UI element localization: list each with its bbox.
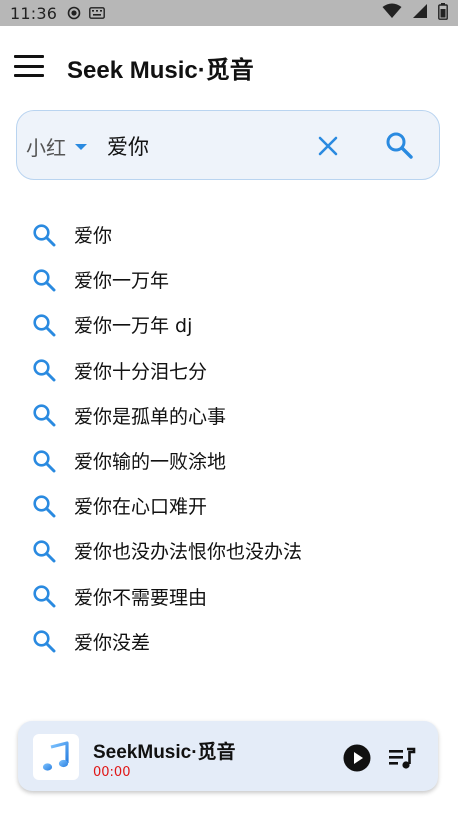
signal-icon	[412, 3, 428, 23]
search-icon	[33, 269, 56, 292]
play-icon[interactable]	[343, 744, 371, 772]
suggestion-item[interactable]: 爱你输的一败涂地	[0, 438, 458, 483]
playlist-icon[interactable]	[388, 746, 416, 770]
search-input[interactable]	[107, 129, 297, 163]
caret-down-icon	[75, 144, 87, 150]
music-note-icon	[42, 741, 69, 771]
suggestion-text: 爱你一万年	[74, 270, 170, 293]
keyboard-icon	[89, 7, 106, 19]
battery-icon	[438, 2, 448, 24]
app-bar: Seek Music·觅音	[0, 26, 458, 106]
suggestion-text: 爱你也没办法恨你也没办法	[74, 541, 303, 564]
suggestion-list: 爱你 爱你一万年 爱你一万年 dj 爱你十分泪七分 爱你是孤单的心事 爱你输的一…	[0, 212, 458, 664]
search-icon	[33, 630, 56, 653]
search-icon	[33, 585, 56, 608]
menu-line	[14, 64, 44, 68]
suggestion-item[interactable]: 爱你是孤单的心事	[0, 393, 458, 438]
search-icon	[33, 495, 56, 518]
suggestion-item[interactable]: 爱你	[0, 212, 458, 257]
suggestion-item[interactable]: 爱你没差	[0, 619, 458, 664]
suggestion-item[interactable]: 爱你在心口难开	[0, 483, 458, 528]
suggestion-text: 爱你不需要理由	[74, 586, 208, 609]
clear-icon[interactable]	[317, 135, 339, 157]
menu-line	[14, 74, 44, 77]
app-title: Seek Music·觅音	[67, 57, 254, 84]
menu-line	[14, 55, 44, 58]
suggestion-item[interactable]: 爱你一万年	[0, 257, 458, 302]
album-art	[33, 734, 79, 780]
suggestion-text: 爱你	[74, 225, 113, 248]
suggestion-text: 爱你是孤单的心事	[74, 405, 227, 428]
status-bar: 11:36	[0, 0, 458, 26]
search-icon	[33, 223, 56, 247]
suggestion-item[interactable]: 爱你不需要理由	[0, 574, 458, 619]
suggestion-text: 爱你在心口难开	[74, 496, 208, 519]
suggestion-item[interactable]: 爱你十分泪七分	[0, 348, 458, 393]
search-icon	[33, 540, 56, 563]
suggestion-text: 爱你输的一败涂地	[74, 451, 227, 474]
wifi-icon	[382, 3, 402, 23]
suggestion-item[interactable]: 爱你一万年 dj	[0, 302, 458, 347]
suggestion-text: 爱你一万年 dj	[74, 315, 193, 338]
status-time: 11:36	[10, 3, 58, 23]
menu-icon[interactable]	[14, 53, 44, 79]
search-icon	[33, 314, 56, 337]
mini-player[interactable]: SeekMusic·觅音 00:00	[18, 721, 438, 791]
search-icon[interactable]	[385, 131, 413, 159]
search-icon	[33, 359, 56, 382]
record-icon	[67, 6, 81, 20]
search-icon	[33, 449, 56, 473]
search-icon	[33, 404, 56, 427]
suggestion-text: 爱你没差	[74, 631, 151, 654]
player-title: SeekMusic·觅音	[93, 742, 236, 763]
source-dropdown[interactable]: 小红	[26, 111, 87, 181]
search-box: 小红	[16, 110, 440, 180]
source-label: 小红	[26, 135, 66, 160]
suggestion-item[interactable]: 爱你也没办法恨你也没办法	[0, 528, 458, 573]
suggestion-text: 爱你十分泪七分	[74, 360, 208, 383]
player-time: 00:00	[93, 765, 131, 780]
